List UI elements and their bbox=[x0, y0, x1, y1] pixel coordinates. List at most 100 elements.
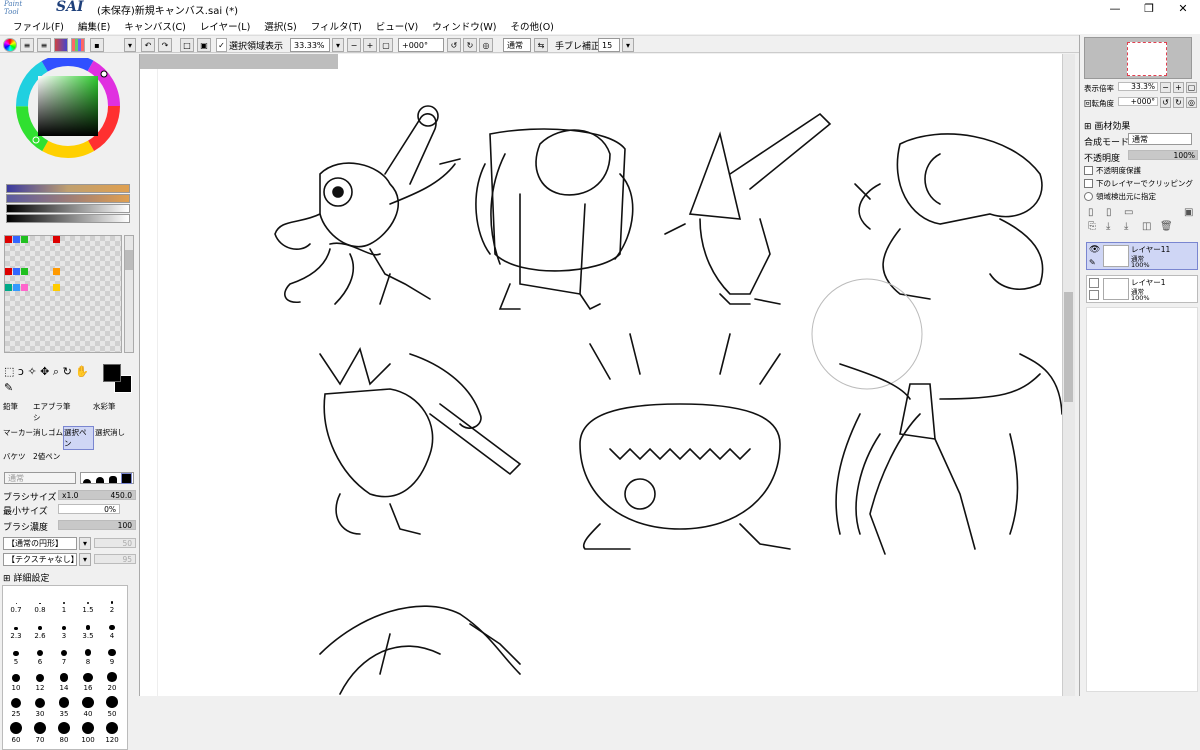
new-folder-icon[interactable]: ▭ bbox=[1124, 207, 1133, 218]
tool-selection-pen[interactable]: 選択ペン bbox=[63, 426, 94, 450]
tool-bucket[interactable]: バケツ bbox=[3, 451, 33, 461]
layer-list-area[interactable] bbox=[1086, 307, 1198, 692]
detail-settings-toggle[interactable]: ⊞ 詳細設定 bbox=[3, 571, 49, 584]
zoom-field[interactable]: 33.33% bbox=[290, 38, 330, 52]
invert-selection-icon[interactable]: ▣ bbox=[197, 38, 211, 52]
rotate-left-icon[interactable]: ↺ bbox=[447, 38, 461, 52]
rgb-slider-icon[interactable]: ≡ bbox=[20, 38, 34, 52]
eye-icon[interactable]: 👁 bbox=[1089, 245, 1100, 255]
menu-layer[interactable]: レイヤー(L) bbox=[193, 19, 257, 33]
selection-source-radio[interactable] bbox=[1084, 192, 1093, 201]
mixer-icon[interactable] bbox=[54, 38, 68, 52]
brush-shape-dropdown-icon[interactable]: ▾ bbox=[79, 537, 91, 550]
brush-size-cell[interactable]: 2 bbox=[100, 588, 124, 614]
layer-opacity-slider[interactable]: 100% bbox=[1128, 150, 1198, 160]
brush-texture-dropdown-icon[interactable]: ▾ bbox=[79, 553, 91, 566]
menu-edit[interactable]: 編集(E) bbox=[71, 19, 117, 33]
brush-size-cell[interactable]: 1 bbox=[52, 588, 76, 614]
color-wheel[interactable] bbox=[8, 54, 132, 158]
brush-size-cell[interactable]: 10 bbox=[4, 666, 28, 692]
tool-watercolor[interactable]: 水彩筆 bbox=[93, 401, 123, 419]
menu-filter[interactable]: フィルタ(T) bbox=[304, 19, 369, 33]
color-wheel-icon[interactable] bbox=[3, 38, 17, 52]
canvas-area[interactable] bbox=[140, 54, 1075, 696]
brush-shape-strength[interactable]: 50 bbox=[94, 538, 136, 548]
brush-size-cell[interactable]: 80 bbox=[52, 718, 76, 744]
tool-binary-pen[interactable]: 2値ペン bbox=[33, 451, 63, 461]
deselect-icon[interactable]: □ bbox=[180, 38, 194, 52]
visibility-toggle[interactable] bbox=[1089, 278, 1099, 288]
brush-size-cell[interactable]: 0.7 bbox=[4, 588, 28, 614]
swatch-scrollbar[interactable] bbox=[124, 235, 134, 353]
hand-icon[interactable]: ✋ bbox=[75, 365, 89, 378]
rotate-tool-icon[interactable]: ↻ bbox=[63, 365, 72, 378]
brush-size-cell[interactable]: 0.8 bbox=[28, 588, 52, 614]
toolbar-menu-icon[interactable]: ▾ bbox=[124, 38, 136, 52]
brush-size-cell[interactable]: 3 bbox=[52, 614, 76, 640]
zoom-reset-icon[interactable]: ▢ bbox=[379, 38, 393, 52]
brush-size-slider[interactable]: x1.0 450.0 bbox=[58, 490, 136, 500]
min-size-slider[interactable]: 0% bbox=[58, 504, 120, 514]
navigator-preview[interactable] bbox=[1084, 37, 1192, 79]
tool-selection-eraser[interactable]: 選択消し bbox=[95, 427, 125, 445]
layer-row-1[interactable]: 👁 ✎ レイヤー11 通常 100% bbox=[1086, 242, 1198, 270]
nav-rotate-left-icon[interactable]: ↺ bbox=[1160, 97, 1171, 108]
brush-size-cell[interactable]: 20 bbox=[100, 666, 124, 692]
new-linework-icon[interactable]: ▯ bbox=[1106, 207, 1112, 218]
clear-icon[interactable]: ◫ bbox=[1142, 221, 1151, 232]
minimize-button[interactable]: — bbox=[1098, 0, 1132, 17]
effects-toggle[interactable]: ⊞ 画材効果 bbox=[1084, 119, 1130, 132]
nav-zoom-reset-icon[interactable]: ▢ bbox=[1186, 82, 1197, 93]
brush-size-cell[interactable]: 2.3 bbox=[4, 614, 28, 640]
layer-blend-select[interactable]: 通常 bbox=[1128, 133, 1192, 145]
brush-texture-strength[interactable]: 95 bbox=[94, 554, 136, 564]
tool-brush[interactable]: 筆 bbox=[63, 401, 93, 419]
merge-icon[interactable]: ⤓ bbox=[1124, 221, 1128, 232]
swatches-icon[interactable] bbox=[71, 38, 85, 52]
color-swatches[interactable] bbox=[4, 235, 122, 353]
lasso-icon[interactable]: ↄ bbox=[18, 365, 24, 378]
delete-layer-icon[interactable]: 🗑 bbox=[1160, 221, 1173, 232]
maximize-button[interactable]: ❐ bbox=[1132, 0, 1166, 17]
brush-size-cell[interactable]: 2.6 bbox=[28, 614, 52, 640]
brush-size-cell[interactable]: 120 bbox=[100, 718, 124, 744]
brush-size-cell[interactable]: 9 bbox=[100, 640, 124, 666]
eyedropper-icon[interactable]: ✎ bbox=[4, 381, 13, 394]
nav-rotate-reset-icon[interactable]: ◎ bbox=[1186, 97, 1197, 108]
scratchpad-icon[interactable]: ▪ bbox=[90, 38, 104, 52]
brush-texture-select[interactable]: 【テクスチャなし】 bbox=[3, 553, 79, 566]
tool-pencil[interactable]: 鉛筆 bbox=[3, 401, 33, 419]
close-button[interactable]: ✕ bbox=[1166, 0, 1200, 17]
brush-size-cell[interactable]: 70 bbox=[28, 718, 52, 744]
brush-size-cell[interactable]: 6 bbox=[28, 640, 52, 666]
selection-view-checkbox[interactable]: ✓ bbox=[216, 38, 227, 52]
angle-field[interactable]: +000° bbox=[398, 38, 444, 52]
brush-edge-selector[interactable] bbox=[80, 472, 134, 484]
brush-size-cell[interactable]: 3.5 bbox=[76, 614, 100, 640]
tool-eraser[interactable]: 消しゴム bbox=[33, 427, 63, 445]
brush-size-cell[interactable]: 60 bbox=[4, 718, 28, 744]
flip-icon[interactable]: ⇆ bbox=[534, 38, 548, 52]
zoom-tool-icon[interactable]: ⌕ bbox=[53, 365, 59, 378]
menu-view[interactable]: ビュー(V) bbox=[369, 19, 425, 33]
canvas-vertical-scrollbar[interactable] bbox=[1062, 54, 1075, 696]
nav-zoom-in-icon[interactable]: + bbox=[1173, 82, 1184, 93]
layer-row-2[interactable]: レイヤー1 通常 100% bbox=[1086, 275, 1198, 303]
brush-density-slider[interactable]: 100 bbox=[58, 520, 136, 530]
brush-shape-select[interactable]: 【通常の円形】 bbox=[3, 537, 77, 550]
rotate-reset-icon[interactable]: ◎ bbox=[479, 38, 493, 52]
brush-size-cell[interactable]: 100 bbox=[76, 718, 100, 744]
zoom-in-icon[interactable]: + bbox=[363, 38, 377, 52]
color-history-bars[interactable] bbox=[6, 184, 130, 223]
nav-rotate-right-icon[interactable]: ↻ bbox=[1173, 97, 1184, 108]
undo-icon[interactable]: ↶ bbox=[141, 38, 155, 52]
tool-marker[interactable]: マーカー bbox=[3, 427, 33, 445]
tool-airbrush[interactable]: エアブラシ bbox=[33, 401, 63, 422]
zoom-dropdown-icon[interactable]: ▾ bbox=[332, 38, 344, 52]
stabilizer-select[interactable]: 15 bbox=[598, 38, 620, 52]
brush-size-cell[interactable]: 12 bbox=[28, 666, 52, 692]
nav-angle-slider[interactable]: +000° bbox=[1118, 97, 1158, 106]
transfer-icon[interactable]: ⤓ bbox=[1106, 221, 1110, 232]
rotate-right-icon[interactable]: ↻ bbox=[463, 38, 477, 52]
menu-window[interactable]: ウィンドウ(W) bbox=[425, 19, 503, 33]
